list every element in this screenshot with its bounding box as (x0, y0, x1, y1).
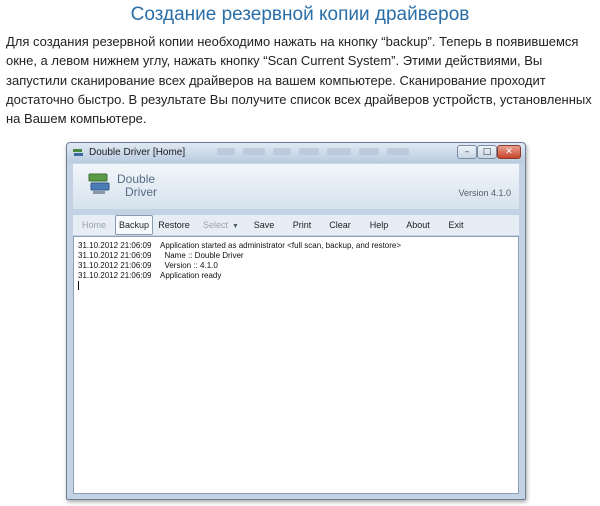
home-button[interactable]: Home (77, 215, 111, 235)
log-message: Application started as administrator <fu… (160, 241, 402, 250)
select-label: Select (203, 220, 229, 230)
select-dropdown[interactable]: Select ▼ (197, 215, 245, 235)
logo-text-line1: Double (117, 172, 156, 186)
log-message: Application ready (160, 271, 222, 280)
double-driver-app-icon (73, 149, 83, 156)
article-paragraph: Для создания резервной копии необходимо … (6, 34, 592, 127)
faded-menu-item (217, 148, 235, 155)
window-title: Double Driver [Home] (89, 147, 186, 158)
save-button[interactable]: Save (249, 215, 279, 235)
log-timestamp: 31.10.2012 21:06:09 (78, 271, 152, 280)
help-button[interactable]: Help (365, 215, 393, 235)
log-line: 31.10.2012 21:06:09 Application ready (78, 271, 221, 280)
log-line: 31.10.2012 21:06:09 Version :: 4.1.0 (78, 261, 218, 270)
faded-menu-item (299, 148, 319, 155)
faded-menu-item (273, 148, 291, 155)
log-timestamp: 31.10.2012 21:06:09 (78, 261, 152, 270)
log-panel[interactable]: 31.10.2012 21:06:09 Application started a… (73, 236, 519, 494)
log-message: Name :: Double Driver (160, 251, 244, 260)
logo-text-line2: Driver (125, 185, 157, 199)
window-titlebar: Double Driver [Home] – □ ✕ (67, 143, 525, 163)
restore-button[interactable]: Restore (155, 215, 193, 235)
close-button[interactable]: ✕ (497, 145, 521, 159)
chevron-down-icon: ▼ (232, 223, 239, 230)
double-driver-window: Double Driver [Home] – □ ✕ Double Driver… (66, 142, 526, 500)
log-message: Version :: 4.1.0 (160, 261, 218, 270)
clear-button[interactable]: Clear (325, 215, 355, 235)
faded-menu-item (387, 148, 409, 155)
about-button[interactable]: About (401, 215, 435, 235)
log-timestamp: 31.10.2012 21:06:09 (78, 251, 152, 260)
version-label: Version 4.1.0 (458, 188, 511, 198)
faded-menu-item (327, 148, 351, 155)
log-line: 31.10.2012 21:06:09 Name :: Double Drive… (78, 251, 244, 260)
log-timestamp: 31.10.2012 21:06:09 (78, 241, 152, 250)
minimize-button[interactable]: – (457, 145, 477, 159)
backup-button[interactable]: Backup (115, 215, 153, 235)
app-header: Double Driver Version 4.1.0 (73, 164, 519, 209)
article-heading: Создание резервной копии драйверов (130, 4, 470, 25)
toolbar: Home Backup Restore Select ▼ Save Print C… (73, 215, 519, 235)
print-button[interactable]: Print (287, 215, 317, 235)
faded-menu-item (359, 148, 379, 155)
exit-button[interactable]: Exit (443, 215, 469, 235)
text-caret (78, 281, 79, 290)
faded-menu-item (243, 148, 265, 155)
double-driver-logo-icon (88, 173, 110, 194)
maximize-button[interactable]: □ (477, 145, 497, 159)
log-line: 31.10.2012 21:06:09 Application started a… (78, 241, 401, 250)
